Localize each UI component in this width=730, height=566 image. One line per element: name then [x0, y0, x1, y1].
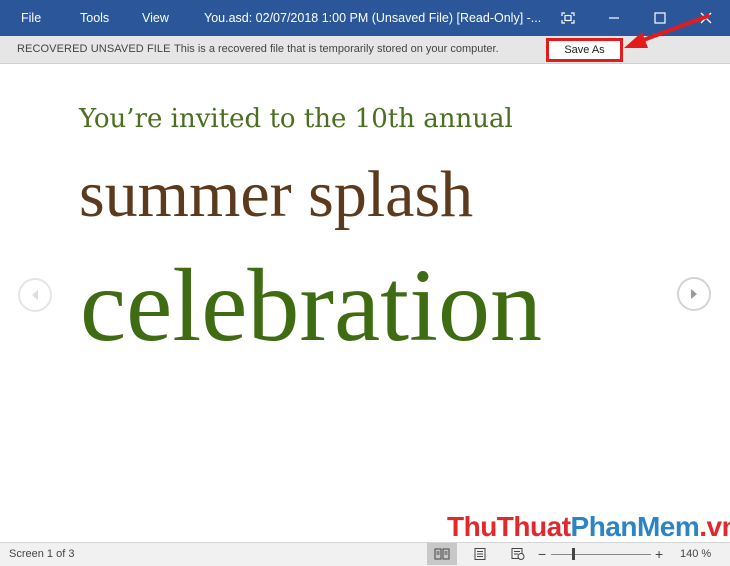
- page-layout-icon: [474, 548, 486, 560]
- watermark-part-1: ThuThuat: [447, 511, 571, 542]
- watermark-part-3: .vn: [699, 511, 730, 542]
- minimize-icon: [609, 17, 619, 19]
- menu-tools[interactable]: Tools: [80, 0, 109, 36]
- recovered-file-label: RECOVERED UNSAVED FILE: [17, 43, 171, 55]
- zoom-slider-thumb[interactable]: [572, 548, 575, 560]
- invitation-heading: summer splash: [79, 158, 474, 231]
- focus-mode-icon: [561, 12, 575, 24]
- recovered-file-message: This is a recovered file that is tempora…: [174, 43, 499, 55]
- print-layout-button[interactable]: [465, 543, 495, 565]
- web-layout-icon: [511, 548, 525, 560]
- next-screen-button[interactable]: [677, 277, 711, 311]
- save-as-button[interactable]: Save As: [546, 38, 623, 62]
- chevron-left-icon: [32, 290, 38, 300]
- web-layout-button[interactable]: [503, 543, 533, 565]
- previous-screen-button[interactable]: [18, 278, 52, 312]
- page-indicator: Screen 1 of 3: [9, 548, 75, 560]
- invitation-title: celebration: [80, 248, 542, 363]
- menu-file[interactable]: File: [21, 0, 41, 36]
- zoom-level[interactable]: 140 %: [680, 543, 711, 565]
- window-title: You.asd: 02/07/2018 1:00 PM (Unsaved Fil…: [204, 11, 542, 25]
- watermark-logo: ThuThuatPhanMem.vn: [447, 511, 730, 543]
- book-icon: [434, 548, 450, 560]
- focus-mode-button[interactable]: [545, 0, 591, 36]
- watermark-part-2: PhanMem: [570, 511, 700, 542]
- document-canvas: You’re invited to the 10th annual summer…: [0, 64, 730, 542]
- zoom-out-button[interactable]: −: [538, 543, 546, 565]
- annotation-arrow-icon: [624, 14, 710, 48]
- status-bar: Screen 1 of 3 − + 140 %: [0, 542, 730, 566]
- read-mode-button[interactable]: [427, 543, 457, 565]
- invitation-subtitle: You’re invited to the 10th annual: [79, 104, 513, 134]
- zoom-slider-track[interactable]: [551, 554, 651, 555]
- zoom-in-button[interactable]: +: [655, 543, 663, 565]
- chevron-right-icon: [691, 289, 697, 299]
- menu-view[interactable]: View: [142, 0, 169, 36]
